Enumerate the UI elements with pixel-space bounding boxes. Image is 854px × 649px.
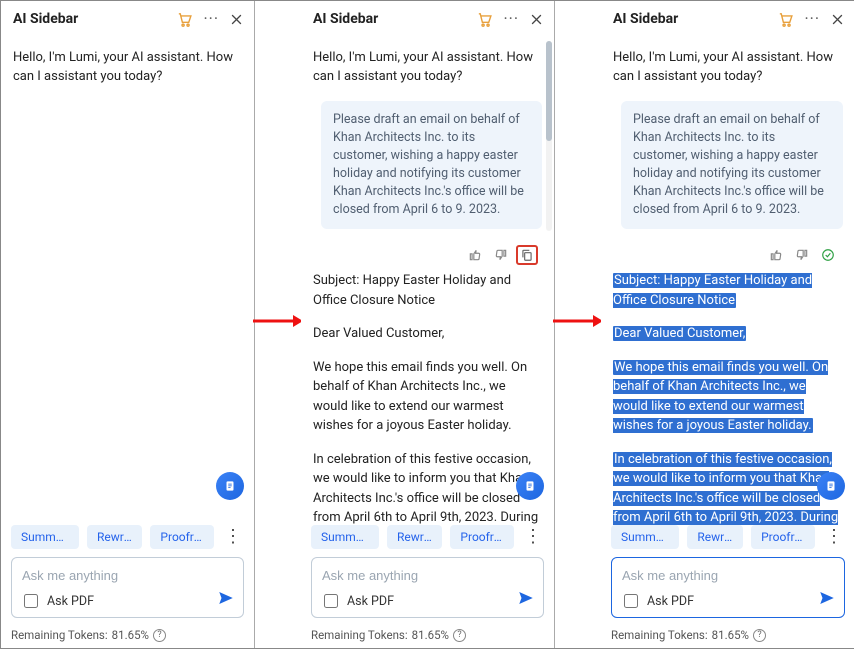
- ask-pdf-toggle[interactable]: Ask PDF: [620, 591, 694, 611]
- thumbs-down-icon[interactable]: [791, 245, 813, 265]
- cart-icon[interactable]: [476, 11, 493, 28]
- cart-icon[interactable]: [176, 11, 193, 28]
- remaining-tokens-label: Remaining Tokens:: [11, 628, 108, 642]
- send-icon[interactable]: [217, 589, 235, 611]
- messages-area: Hello, I'm Lumi, your AI assistant. How …: [601, 37, 854, 525]
- suggestion-chips: Summar... Rewrite Proofre... ⋮: [601, 525, 854, 557]
- panel-title: AI Sidebar: [313, 11, 476, 27]
- copy-icon[interactable]: [516, 245, 538, 265]
- thumbs-down-icon[interactable]: [490, 245, 512, 265]
- assistant-reply: Subject: Happy Easter Holiday and Office…: [313, 271, 542, 525]
- thumbs-up-icon[interactable]: [464, 245, 486, 265]
- doc-fab-button[interactable]: [216, 472, 244, 500]
- send-icon[interactable]: [517, 589, 535, 611]
- copy-success-icon[interactable]: [817, 245, 839, 265]
- close-icon[interactable]: [830, 12, 845, 27]
- chat-input-box: Ask PDF: [611, 557, 845, 618]
- more-vertical-icon[interactable]: ⋮: [222, 528, 244, 546]
- assistant-reply-selected: Subject: Happy Easter Holiday and Office…: [613, 271, 843, 525]
- more-icon[interactable]: ···: [503, 11, 519, 27]
- panel-header: AI Sidebar ···: [1, 1, 254, 37]
- close-icon[interactable]: [529, 12, 544, 27]
- chip-proofread[interactable]: Proofre...: [450, 525, 514, 549]
- sidebar-panel-1: AI Sidebar ··· Hello, I'm Lumi, your AI …: [1, 1, 255, 648]
- send-icon[interactable]: [818, 589, 836, 611]
- footer-status: Remaining Tokens: 81.65% ?: [301, 624, 554, 648]
- chip-summarize[interactable]: Summar...: [11, 525, 79, 549]
- panel-header: AI Sidebar ···: [301, 1, 554, 37]
- user-message: Please draft an email on behalf of Khan …: [621, 101, 843, 230]
- ask-pdf-label: Ask PDF: [347, 594, 394, 609]
- chip-summarize[interactable]: Summar...: [611, 525, 679, 549]
- remaining-tokens-label: Remaining Tokens:: [311, 628, 408, 642]
- help-icon[interactable]: ?: [753, 629, 766, 642]
- remaining-tokens-value: 81.65%: [712, 628, 749, 642]
- reply-subject: Subject: Happy Easter Holiday and Office…: [313, 271, 542, 310]
- assistant-greeting: Hello, I'm Lumi, your AI assistant. How …: [313, 49, 542, 87]
- remaining-tokens-label: Remaining Tokens:: [611, 628, 708, 642]
- sidebar-panel-2: AI Sidebar ··· Hello, I'm Lumi, your AI …: [301, 1, 555, 648]
- chip-summarize[interactable]: Summar...: [311, 525, 379, 549]
- ask-pdf-checkbox[interactable]: [324, 594, 338, 608]
- chip-proofread[interactable]: Proofre...: [150, 525, 214, 549]
- chip-proofread[interactable]: Proofre...: [751, 525, 815, 549]
- feedback-row: [621, 243, 843, 271]
- assistant-greeting: Hello, I'm Lumi, your AI assistant. How …: [13, 49, 242, 87]
- reply-paragraph-2: In celebration of this festive occasion,…: [613, 452, 840, 525]
- reply-paragraph-2: In celebration of this festive occasion,…: [313, 450, 542, 525]
- doc-fab-button[interactable]: [516, 472, 544, 500]
- reply-paragraph-1: We hope this email finds you well. On be…: [613, 360, 828, 434]
- messages-area: Hello, I'm Lumi, your AI assistant. How …: [1, 37, 254, 525]
- ask-pdf-label: Ask PDF: [647, 594, 694, 609]
- more-vertical-icon[interactable]: ⋮: [823, 528, 845, 546]
- panel-title: AI Sidebar: [13, 11, 176, 27]
- chat-input-box: Ask PDF: [11, 557, 244, 618]
- remaining-tokens-value: 81.65%: [412, 628, 449, 642]
- panel-title: AI Sidebar: [613, 11, 777, 27]
- close-icon[interactable]: [229, 12, 244, 27]
- help-icon[interactable]: ?: [453, 629, 466, 642]
- messages-area: Hello, I'm Lumi, your AI assistant. How …: [301, 37, 554, 525]
- ask-pdf-toggle[interactable]: Ask PDF: [20, 591, 94, 611]
- reply-paragraph-1: We hope this email finds you well. On be…: [313, 358, 542, 436]
- ask-pdf-checkbox[interactable]: [624, 594, 638, 608]
- suggestion-chips: Summar... Rewrite Proofre... ⋮: [1, 525, 254, 557]
- more-icon[interactable]: ···: [804, 11, 820, 27]
- reply-salutation: Dear Valued Customer,: [613, 326, 746, 341]
- scrollbar-thumb[interactable]: [546, 41, 552, 141]
- ask-pdf-toggle[interactable]: Ask PDF: [320, 591, 394, 611]
- arrow-gap-1: [255, 1, 301, 648]
- cart-icon[interactable]: [777, 11, 794, 28]
- assistant-greeting: Hello, I'm Lumi, your AI assistant. How …: [613, 49, 843, 87]
- more-vertical-icon[interactable]: ⋮: [522, 528, 544, 546]
- more-icon[interactable]: ···: [203, 11, 219, 27]
- panel-header: AI Sidebar ···: [601, 1, 854, 37]
- doc-fab-button[interactable]: [817, 472, 845, 500]
- feedback-row: [321, 243, 542, 271]
- footer-status: Remaining Tokens: 81.65% ?: [601, 624, 854, 648]
- ask-pdf-label: Ask PDF: [47, 594, 94, 609]
- chat-input-box: Ask PDF: [311, 557, 544, 618]
- chip-rewrite[interactable]: Rewrite: [687, 525, 743, 549]
- reply-salutation: Dear Valued Customer,: [313, 324, 542, 344]
- reply-subject: Subject: Happy Easter Holiday and Office…: [613, 273, 812, 308]
- footer-status: Remaining Tokens: 81.65% ?: [1, 624, 254, 648]
- sidebar-panel-3: AI Sidebar ··· Hello, I'm Lumi, your AI …: [601, 1, 854, 648]
- user-message: Please draft an email on behalf of Khan …: [321, 101, 542, 230]
- thumbs-up-icon[interactable]: [765, 245, 787, 265]
- suggestion-chips: Summar... Rewrite Proofre... ⋮: [301, 525, 554, 557]
- arrow-gap-2: [555, 1, 601, 648]
- chip-rewrite[interactable]: Rewrite: [87, 525, 142, 549]
- remaining-tokens-value: 81.65%: [112, 628, 149, 642]
- help-icon[interactable]: ?: [153, 629, 166, 642]
- scrollbar-track[interactable]: [546, 41, 552, 231]
- ask-pdf-checkbox[interactable]: [24, 594, 38, 608]
- chip-rewrite[interactable]: Rewrite: [387, 525, 442, 549]
